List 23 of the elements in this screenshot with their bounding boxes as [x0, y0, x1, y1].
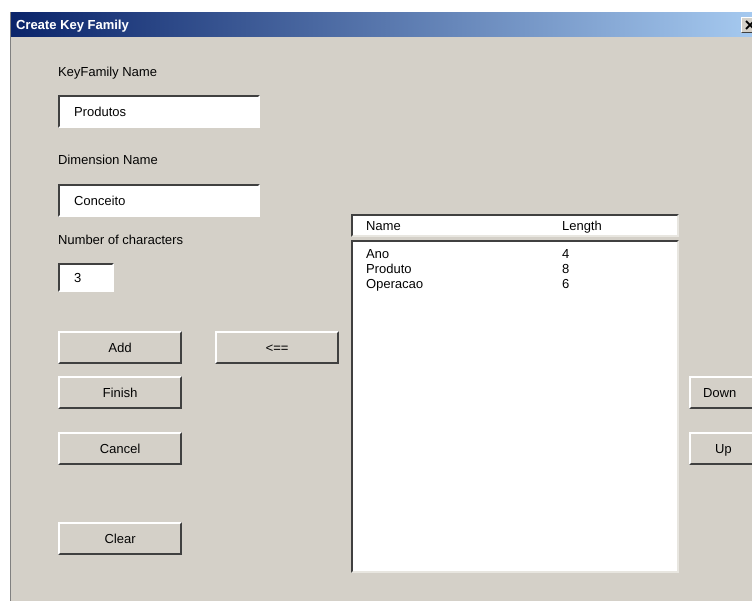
- window-title: Create Key Family: [16, 17, 129, 32]
- close-icon: [745, 20, 752, 30]
- column-header[interactable]: Name: [366, 218, 562, 233]
- field-label: Number of characters: [58, 232, 183, 248]
- action-button[interactable]: Cancel: [58, 432, 182, 465]
- action-button[interactable]: Finish: [58, 376, 182, 409]
- action-button[interactable]: Clear: [58, 522, 182, 555]
- list-cell-text: Operacao: [366, 276, 424, 291]
- list-cell-text: Ano: [366, 246, 390, 261]
- list-cell: 6: [562, 276, 570, 291]
- move-button[interactable]: <==: [215, 331, 339, 364]
- field-label: KeyFamily Name: [58, 64, 157, 80]
- list-cell: 4: [562, 246, 570, 261]
- text-field[interactable]: 3: [58, 263, 114, 292]
- list-cell-text: Produto: [366, 261, 413, 276]
- order-button[interactable]: Up: [689, 432, 752, 465]
- column-header[interactable]: Length: [562, 218, 602, 233]
- action-button[interactable]: Add: [58, 331, 182, 364]
- list-cell: 8: [562, 261, 570, 276]
- text-field[interactable]: Produtos: [58, 95, 260, 128]
- field-label: Dimension Name: [58, 152, 158, 168]
- order-button[interactable]: Down: [689, 376, 752, 409]
- text-field[interactable]: Conceito: [58, 184, 260, 217]
